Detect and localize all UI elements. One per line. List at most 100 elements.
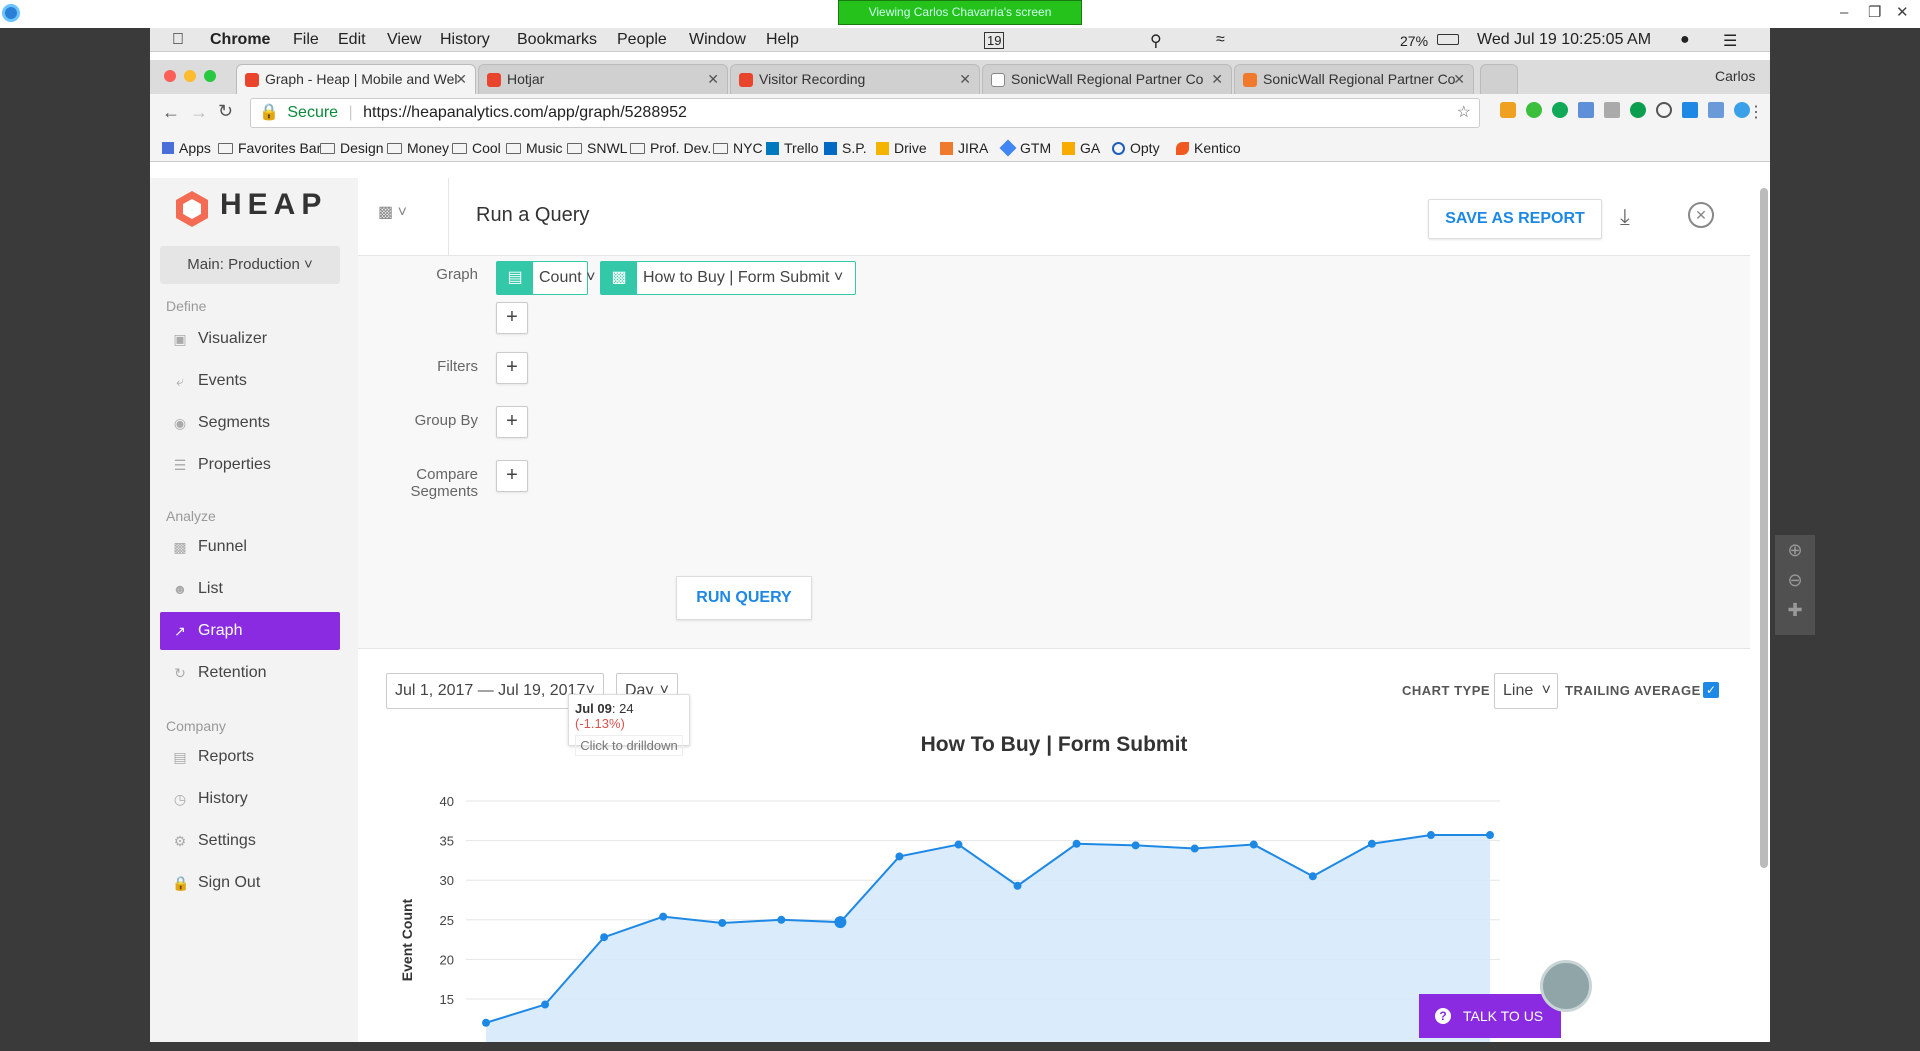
extension-icon[interactable] (1604, 102, 1620, 118)
window-zoom-icon[interactable] (204, 70, 216, 82)
address-bar[interactable]: 🔒 Secure | https://heapanalytics.com/app… (250, 98, 1480, 128)
bookmark-apps[interactable]: Apps (162, 140, 211, 156)
extension-icon[interactable] (1682, 102, 1698, 118)
bookmark-kentico[interactable]: Kentico (1176, 140, 1241, 156)
scrollbar[interactable] (1760, 188, 1768, 868)
profile-name[interactable]: Carlos (1715, 68, 1755, 84)
tab-close-icon[interactable]: ✕ (707, 65, 719, 93)
data-point[interactable] (1249, 840, 1258, 849)
bookmark-folder[interactable]: Prof. Dev. (630, 140, 711, 156)
data-point[interactable] (954, 840, 963, 849)
bookmark-folder[interactable]: Favorites Bar (218, 140, 321, 156)
bookmark-sp[interactable]: S.P. (824, 140, 867, 156)
download-icon[interactable]: ⤓ (1620, 204, 1630, 230)
data-point[interactable] (541, 1000, 550, 1009)
restore-icon[interactable]: ❐ (1868, 4, 1881, 22)
environment-dropdown[interactable]: Main: Production ˅ (160, 246, 340, 284)
bookmark-folder[interactable]: Design (320, 140, 384, 156)
chart-type-menu[interactable]: ▩ ˅ (378, 202, 428, 232)
clock[interactable]: Wed Jul 19 10:25:05 AM (1477, 31, 1651, 49)
nav-events[interactable]: ⤶ Events (160, 362, 340, 400)
close-icon[interactable]: ✕ (1896, 4, 1909, 22)
bookmark-star-icon[interactable]: ☆ (1457, 99, 1471, 127)
forward-icon[interactable]: → (190, 102, 208, 123)
data-point[interactable] (1190, 844, 1199, 853)
chart-type-dropdown[interactable]: Line ˅ (1494, 673, 1558, 709)
nav-visualizer[interactable]: ▣ Visualizer (160, 320, 340, 358)
bookmark-drive[interactable]: Drive (876, 140, 927, 156)
data-point[interactable] (659, 912, 668, 921)
notification-center-icon[interactable]: ☰ (1723, 31, 1737, 51)
data-point[interactable] (1072, 839, 1081, 848)
nav-funnel[interactable]: ▩ Funnel (160, 528, 340, 566)
menu-item[interactable]: Edit (338, 31, 366, 49)
bookmark-trello[interactable]: Trello (766, 140, 819, 156)
tab-close-icon[interactable]: ✕ (959, 65, 971, 93)
zoom-in-icon[interactable]: ⊕ (1775, 535, 1815, 565)
nav-sign-out[interactable]: 🔒 Sign Out (160, 864, 340, 902)
bookmark-folder[interactable]: NYC (713, 140, 763, 156)
minimize-icon[interactable]: – (1840, 4, 1848, 22)
nav-settings[interactable]: ⚙ Settings (160, 822, 340, 860)
chrome-menu-icon[interactable]: ⋮ (1748, 102, 1764, 122)
data-point[interactable] (1013, 881, 1022, 890)
window-minimize-icon[interactable] (184, 70, 196, 82)
nav-segments[interactable]: ◉ Segments (160, 404, 340, 442)
search-icon[interactable]: ⚲ (1150, 31, 1162, 51)
data-point[interactable] (895, 852, 904, 861)
nav-reports[interactable]: ▤ Reports (160, 738, 340, 776)
bookmark-folder[interactable]: SNWL (567, 140, 627, 156)
add-groupby-button[interactable]: + (496, 406, 528, 438)
menu-item[interactable]: Window (689, 31, 746, 49)
menu-item[interactable]: Bookmarks (517, 31, 597, 49)
data-point[interactable] (1131, 841, 1140, 850)
battery-icon[interactable] (1437, 34, 1459, 45)
add-compare-button[interactable]: + (496, 460, 528, 492)
data-point[interactable] (777, 915, 786, 924)
calendar-icon[interactable]: 19 (984, 32, 1005, 49)
back-icon[interactable]: ← (162, 102, 180, 123)
data-point[interactable] (1426, 831, 1435, 840)
tooltip-hint[interactable]: Click to drilldown (575, 735, 683, 756)
menu-item[interactable]: View (387, 31, 421, 49)
extension-icon[interactable] (1708, 102, 1724, 118)
window-close-icon[interactable] (164, 70, 176, 82)
nav-retention[interactable]: ↻ Retention (160, 654, 340, 692)
tab-sonicwall-1[interactable]: SonicWall Regional Partner Co ✕ (982, 64, 1232, 94)
extension-icon[interactable] (1552, 102, 1568, 118)
bookmark-jira[interactable]: JIRA (940, 140, 988, 156)
data-point[interactable] (1367, 839, 1376, 848)
data-point[interactable] (718, 918, 727, 927)
bookmark-folder[interactable]: Cool (452, 140, 501, 156)
tab-hotjar[interactable]: Hotjar ✕ (478, 64, 728, 94)
tab-close-icon[interactable]: ✕ (1211, 65, 1223, 93)
data-point[interactable] (1486, 831, 1494, 840)
apple-icon[interactable]:  (172, 31, 184, 49)
menu-item[interactable]: History (440, 31, 490, 49)
reload-icon[interactable]: ↻ (218, 101, 233, 122)
count-dropdown[interactable]: ▤ Count ˅ (496, 261, 596, 295)
extension-icon[interactable] (1656, 102, 1672, 118)
chat-avatar-bubble[interactable] (1540, 960, 1592, 1012)
extension-icon[interactable] (1526, 102, 1542, 118)
data-point[interactable] (600, 933, 609, 942)
menu-app[interactable]: Chrome (210, 31, 270, 49)
move-icon[interactable]: ✚ (1775, 595, 1815, 625)
tab-close-icon[interactable]: ✕ (1453, 65, 1465, 93)
reset-icon[interactable]: ✕ (1688, 202, 1714, 228)
bookmark-folder[interactable]: Music (506, 140, 563, 156)
menu-item[interactable]: People (617, 31, 667, 49)
user-icon[interactable]: ● (1680, 31, 1690, 49)
new-tab-button[interactable] (1480, 64, 1518, 94)
tab-heap-graph[interactable]: Graph - Heap | Mobile and Wel ✕ (236, 64, 476, 94)
bookmark-gtm[interactable]: GTM (999, 139, 1051, 157)
wifi-icon[interactable]: ≈ (1216, 31, 1225, 49)
menu-item[interactable]: Help (766, 31, 799, 49)
data-point[interactable] (482, 1018, 490, 1027)
run-query-button[interactable]: RUN QUERY (676, 576, 812, 620)
zoom-out-icon[interactable]: ⊖ (1775, 565, 1815, 595)
menu-item[interactable]: File (293, 31, 319, 49)
data-point[interactable] (834, 916, 847, 929)
talk-to-us-button[interactable]: ? TALK TO US (1419, 994, 1561, 1038)
nav-list[interactable]: ☻ List (160, 570, 340, 608)
